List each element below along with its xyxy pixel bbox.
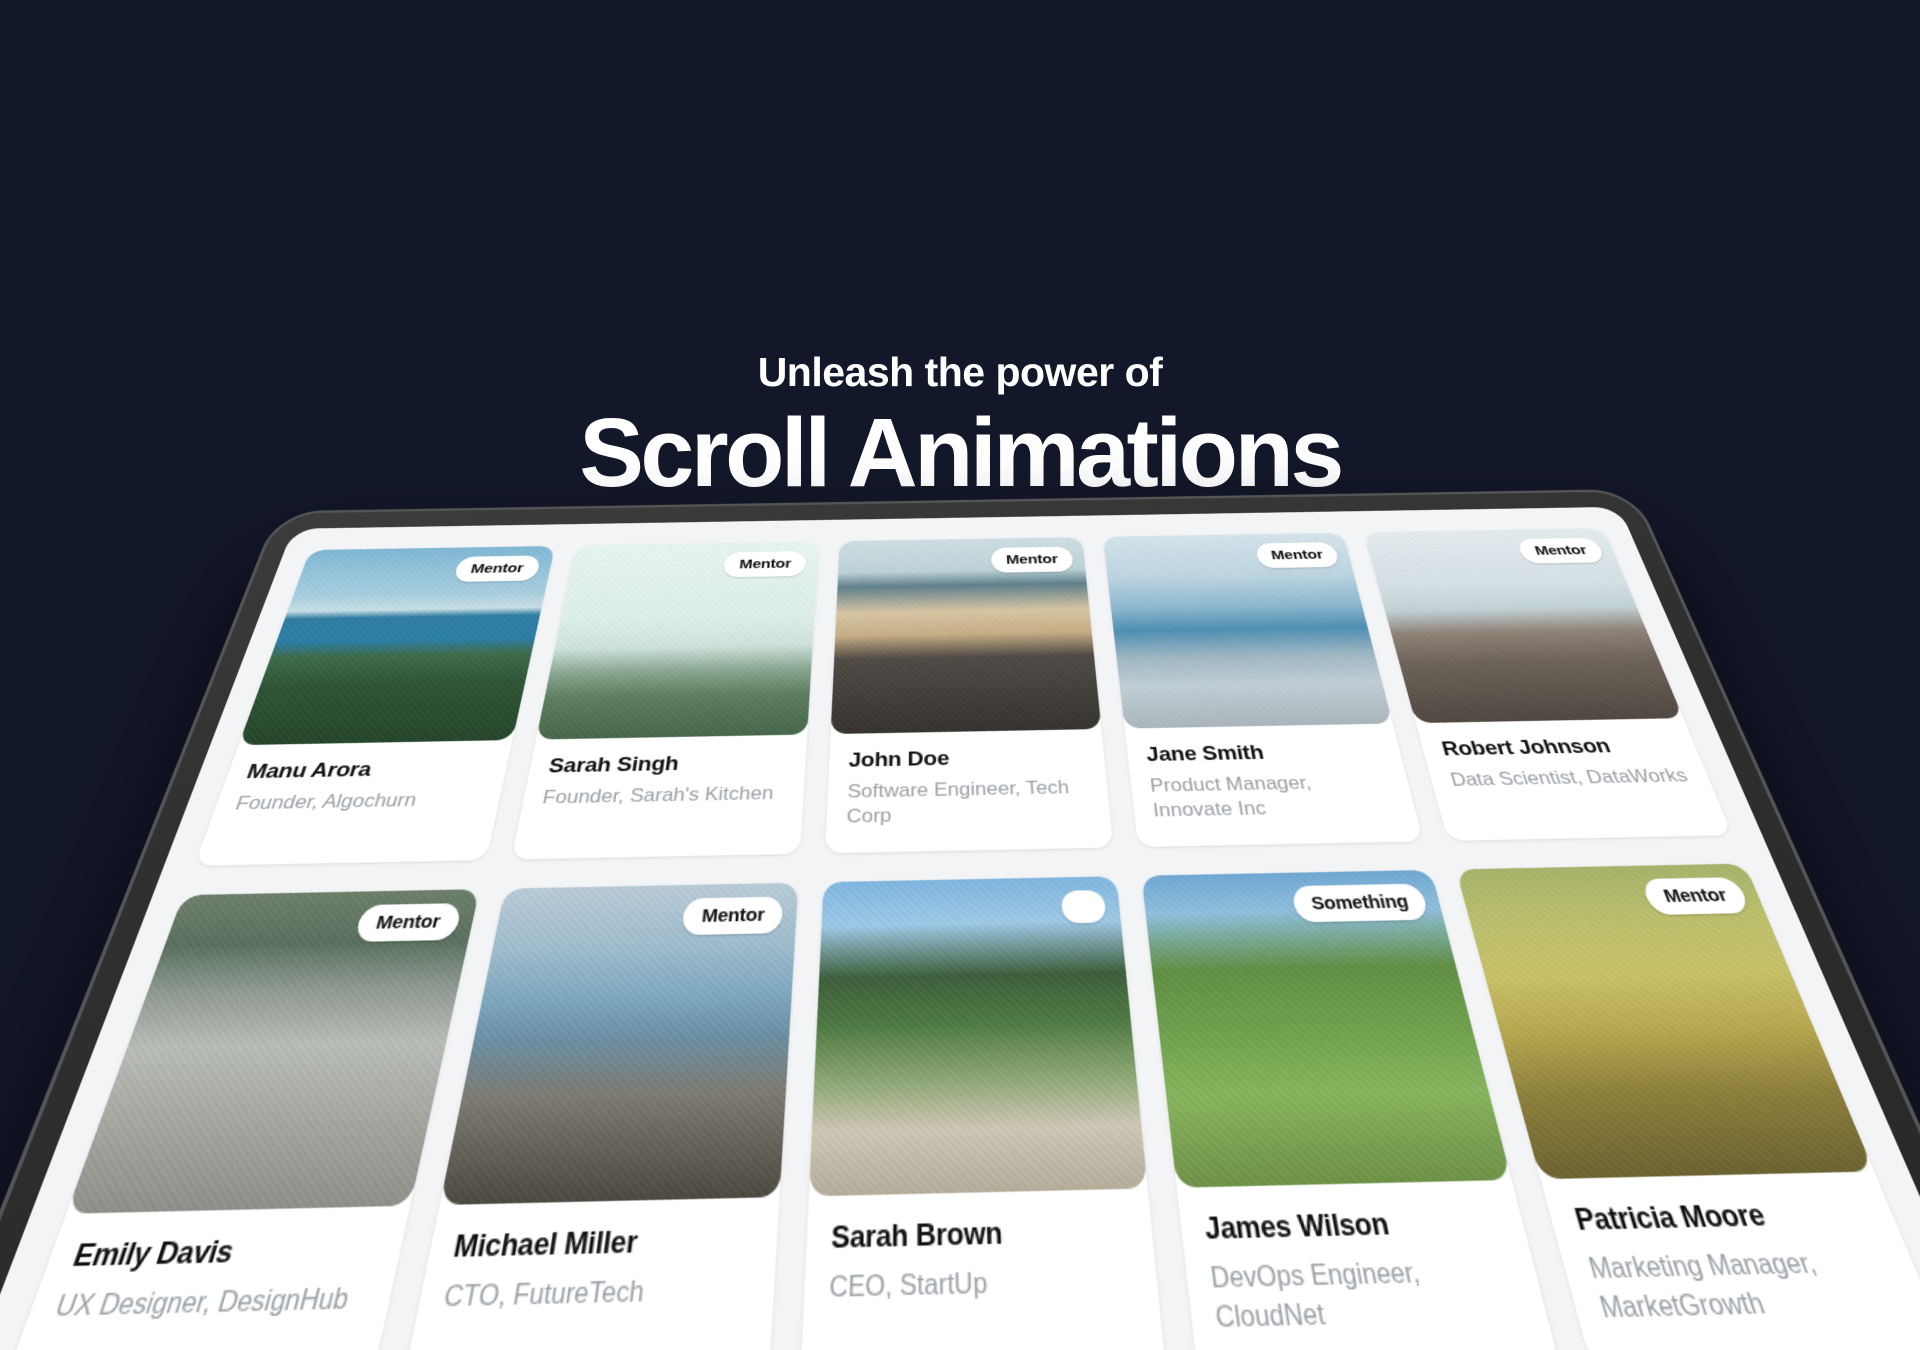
card-name: Robert Johnson <box>1439 735 1614 761</box>
profile-card[interactable]: Mentor Manu Arora Founder, Algochurn <box>194 545 555 866</box>
card-media <box>809 876 1148 1197</box>
card-body: Jane Smith Product Manager, Innovate Inc <box>1124 723 1424 848</box>
card-row-2: Mentor Emily Davis UX Designer, DesignHu… <box>0 863 1920 1350</box>
status-badge[interactable]: Mentor <box>990 546 1074 573</box>
card-media: Mentor <box>238 545 555 746</box>
card-media: Mentor <box>439 882 799 1206</box>
status-badge[interactable]: Something <box>1290 883 1431 923</box>
status-badge[interactable]: Mentor <box>353 903 463 942</box>
card-photo-path-trees-icon <box>809 876 1148 1197</box>
card-role: Marketing Manager, MarketGrowth <box>1584 1246 1821 1325</box>
card-name: Emily Davis <box>68 1234 238 1275</box>
card-media: Mentor <box>1102 532 1394 729</box>
card-photo-cliff-sea-icon <box>1364 528 1684 724</box>
card-media: Mentor <box>830 537 1102 735</box>
status-badge[interactable]: Mentor <box>452 555 541 583</box>
card-role: Software Engineer, Tech Corp <box>846 776 1070 828</box>
status-badge[interactable]: Mentor <box>1516 537 1607 564</box>
card-media: Mentor <box>535 541 819 740</box>
card-role: Founder, Algochurn <box>232 788 420 814</box>
card-body: Manu Arora Founder, Algochurn <box>194 740 512 866</box>
card-name: Michael Miller <box>450 1225 640 1266</box>
tablet-stage: Mentor Manu Arora Founder, Algochurn Men… <box>0 0 1920 1350</box>
card-body: Sarah Singh Founder, Sarah's Kitchen <box>510 734 808 860</box>
tablet-frame: Mentor Manu Arora Founder, Algochurn Men… <box>0 488 1920 1350</box>
card-role: CTO, FutureTech <box>441 1274 646 1314</box>
profile-card[interactable]: Mentor Sarah Singh Founder, Sarah's Kitc… <box>510 541 819 860</box>
card-role: Product Manager, Innovate Inc <box>1148 771 1313 821</box>
card-body: John Doe Software Engineer, Tech Corp <box>825 729 1114 854</box>
card-photo-shore-waves-icon <box>1102 532 1394 729</box>
card-role: UX Designer, DesignHub <box>50 1281 353 1323</box>
card-body: Robert Johnson Data Scientist, DataWorks <box>1416 718 1733 841</box>
profile-card[interactable]: Mentor Jane Smith Product Manager, Innov… <box>1102 532 1424 848</box>
profile-card[interactable]: Sarah Brown CEO, StartUp <box>800 876 1167 1350</box>
status-badge[interactable]: Mentor <box>1640 877 1752 916</box>
card-role: DevOps Engineer, CloudNet <box>1208 1255 1423 1335</box>
status-badge[interactable]: Mentor <box>722 551 807 578</box>
card-body: James Wilson DevOps Engineer, CloudNet <box>1176 1179 1561 1350</box>
card-media: Something <box>1141 869 1513 1188</box>
profile-card[interactable]: Mentor John Doe Software Engineer, Tech … <box>825 537 1114 854</box>
status-badge[interactable]: Mentor <box>1254 542 1341 569</box>
card-name: John Doe <box>848 747 950 773</box>
card-body: Sarah Brown CEO, StartUp <box>800 1188 1167 1350</box>
card-body: Emily Davis UX Designer, DesignHub <box>0 1205 410 1350</box>
card-name: Sarah Brown <box>830 1216 1003 1257</box>
card-body: Michael Miller CTO, FutureTech <box>399 1197 780 1350</box>
profile-card[interactable]: Mentor Emily Davis UX Designer, DesignHu… <box>0 889 480 1350</box>
card-role: CEO, StartUp <box>828 1266 988 1304</box>
card-media: Mentor <box>1364 528 1684 724</box>
status-badge[interactable]: Mentor <box>681 896 784 936</box>
tablet-screen[interactable]: Mentor Manu Arora Founder, Algochurn Men… <box>0 506 1920 1350</box>
card-media: Mentor <box>66 889 480 1214</box>
card-name: Patricia Moore <box>1571 1198 1771 1239</box>
card-row-1: Mentor Manu Arora Founder, Algochurn Men… <box>194 528 1733 866</box>
card-name: James Wilson <box>1202 1207 1392 1248</box>
card-role: Data Scientist, DataWorks <box>1447 764 1691 791</box>
card-name: Manu Arora <box>243 758 375 784</box>
card-media: Mentor <box>1456 863 1875 1180</box>
profile-card[interactable]: Mentor Robert Johnson Data Scientist, Da… <box>1364 528 1733 841</box>
card-name: Jane Smith <box>1144 741 1266 767</box>
status-badge[interactable] <box>1060 889 1107 924</box>
card-body: Patricia Moore Marketing Manager, Market… <box>1541 1171 1920 1350</box>
card-name: Sarah Singh <box>546 752 681 778</box>
card-role: Founder, Sarah's Kitchen <box>540 782 775 808</box>
